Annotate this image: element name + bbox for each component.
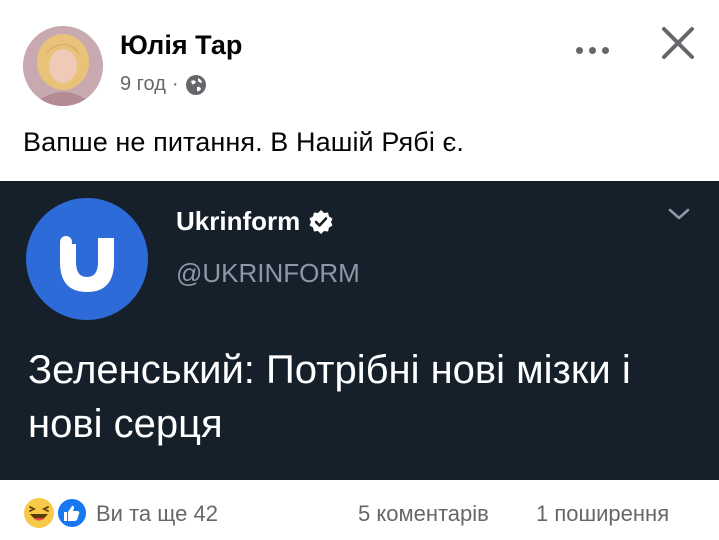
- comments-count[interactable]: 5 коментарів: [358, 501, 489, 527]
- like-reaction-icon: [56, 497, 88, 529]
- dot-icon: [588, 46, 596, 54]
- post-text: Вапше не питання. В Нашій Рябі є.: [23, 127, 465, 157]
- embedded-tweet[interactable]: Ukrinform @UKRINFORM Зеленський: Потрібн…: [0, 181, 719, 480]
- verified-badge-icon: [309, 209, 333, 234]
- dot-icon: [601, 46, 609, 54]
- post-header: Юлія Тар 9 год ·: [0, 0, 719, 110]
- post-footer: Ви та ще 42 5 коментарів 1 поширення: [0, 480, 719, 540]
- tweet-text: Зеленський: Потрібні нові мізки і нові с…: [28, 348, 631, 446]
- post-meta: 9 год ·: [120, 73, 207, 96]
- tweet-handle: @UKRINFORM: [176, 258, 360, 288]
- ukrinform-logo: [26, 198, 148, 320]
- avatar-photo: [23, 26, 103, 106]
- globe-icon: [185, 74, 206, 95]
- tweet-account-name: Ukrinform: [176, 206, 334, 237]
- ukrinform-u-icon: [60, 236, 114, 292]
- haha-reaction-icon: [24, 498, 54, 528]
- close-icon[interactable]: [655, 20, 701, 66]
- chevron-down-icon[interactable]: [666, 205, 692, 223]
- dot-icon: [575, 46, 583, 54]
- meta-separator: ·: [171, 73, 179, 95]
- author-name[interactable]: Юлія Тар: [120, 30, 242, 61]
- reactions-count[interactable]: Ви та ще 42: [96, 501, 218, 527]
- post-time[interactable]: 9 год: [120, 73, 166, 96]
- avatar[interactable]: [23, 26, 103, 106]
- shares-count[interactable]: 1 поширення: [536, 501, 669, 527]
- tweet-name: Ukrinform: [176, 206, 301, 236]
- reactions-icons[interactable]: [22, 496, 92, 530]
- more-options-button[interactable]: [570, 38, 614, 62]
